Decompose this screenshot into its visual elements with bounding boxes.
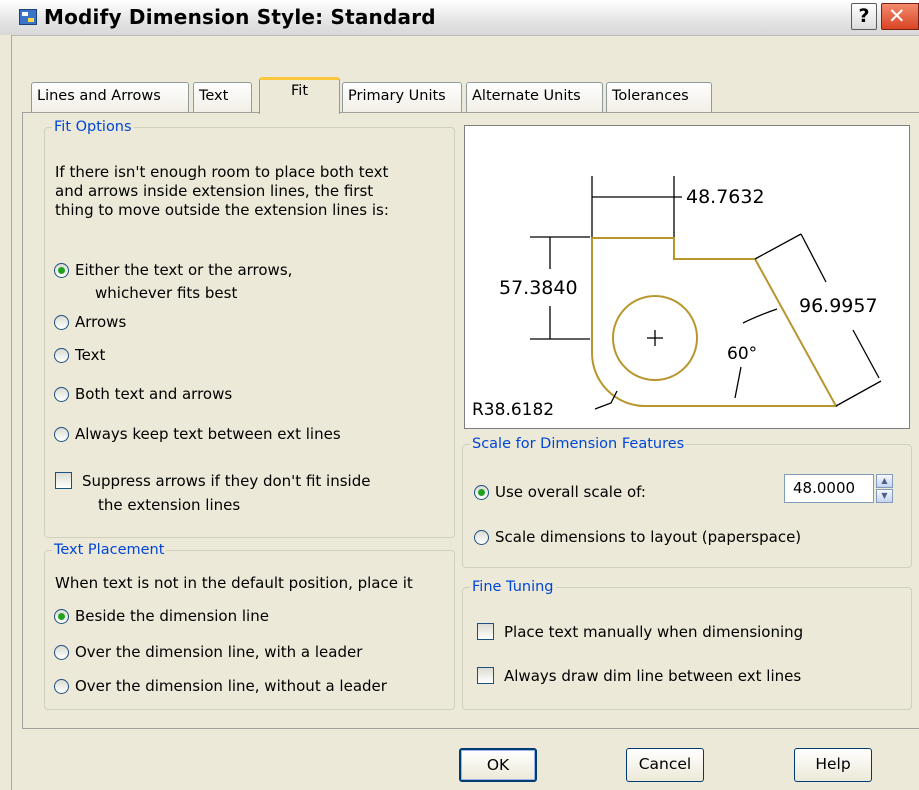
ok-button[interactable]: OK (459, 748, 537, 782)
tab-primary-units[interactable]: Primary Units (342, 82, 462, 112)
fit-description-line-3: thing to move outside the extension line… (55, 201, 389, 219)
radio-scale-to-layout[interactable] (474, 530, 489, 545)
dim-right-value: 96.9957 (799, 295, 878, 317)
scale-legend: Scale for Dimension Features (472, 436, 685, 452)
dim-top-value: 48.7632 (686, 186, 765, 208)
help-title-button[interactable]: ? (851, 3, 877, 30)
radio-arrows[interactable] (54, 315, 69, 330)
fit-description-line-1: If there isn't enough room to place both… (55, 163, 389, 181)
angle-arc-upper (742, 308, 778, 324)
dimension-preview: 48.7632 57.3840 96.9957 60° R38.6182 (464, 125, 910, 429)
tab-tolerances[interactable]: Tolerances (606, 82, 712, 112)
place-text-manually-checkbox[interactable] (477, 623, 494, 640)
over-without-leader-label[interactable]: Over the dimension line, without a leade… (75, 677, 387, 695)
fine-tuning-legend: Fine Tuning (472, 579, 554, 595)
window-frame (0, 35, 12, 790)
part-outline (591, 237, 838, 407)
angle-value: 60° (727, 344, 758, 364)
cancel-button[interactable]: Cancel (626, 748, 704, 782)
tab-lines-and-arrows[interactable]: Lines and Arrows (31, 82, 189, 112)
help-button[interactable]: Help (794, 748, 872, 782)
radio-both-text-and-arrows[interactable] (54, 387, 69, 402)
both-option-label[interactable]: Both text and arrows (75, 385, 232, 403)
radio-beside-dimension-line[interactable] (54, 609, 69, 624)
angle-arc-lower (734, 366, 742, 399)
text-placement-description: When text is not in the default position… (55, 574, 413, 592)
app-icon (19, 9, 37, 25)
either-option-label-2[interactable]: whichever fits best (95, 284, 237, 302)
ext-line-right-bottom (835, 380, 882, 407)
ext-line-right-top (754, 233, 802, 260)
radio-text[interactable] (54, 348, 69, 363)
suppress-arrows-label-2[interactable]: the extension lines (98, 496, 240, 514)
fine-tuning-group: Fine Tuning (462, 579, 912, 710)
tab-text[interactable]: Text (193, 82, 252, 112)
dim-line-right-lower (852, 329, 880, 379)
radio-either-text-or-arrows[interactable] (54, 263, 69, 278)
suppress-arrows-label[interactable]: Suppress arrows if they don't fit inside (82, 472, 370, 490)
tab-alternate-units[interactable]: Alternate Units (466, 82, 603, 112)
text-option-label[interactable]: Text (75, 346, 105, 364)
tab-fit[interactable]: Fit (259, 77, 340, 114)
window-title: Modify Dimension Style: Standard (44, 5, 436, 29)
always-keep-option-label[interactable]: Always keep text between ext lines (75, 425, 341, 443)
spin-up-icon[interactable]: ▲ (876, 474, 893, 488)
always-draw-dim-line-checkbox[interactable] (477, 667, 494, 684)
radio-over-with-leader[interactable] (54, 645, 69, 660)
fit-description-line-2: and arrows inside extension lines, the f… (55, 182, 374, 200)
radius-value: R38.6182 (472, 400, 555, 420)
fit-options-legend: Fit Options (54, 119, 132, 135)
radio-use-overall-scale[interactable] (474, 485, 489, 500)
place-text-manually-label[interactable]: Place text manually when dimensioning (504, 623, 803, 641)
title-bar[interactable]: Modify Dimension Style: Standard ? ✕ (0, 0, 919, 36)
either-option-label[interactable]: Either the text or the arrows, (75, 261, 292, 279)
radio-over-without-leader[interactable] (54, 679, 69, 694)
dim-left-value: 57.3840 (499, 277, 578, 299)
arrows-option-label[interactable]: Arrows (75, 313, 126, 331)
dim-line-right-upper (800, 233, 827, 283)
use-overall-scale-label[interactable]: Use overall scale of: (495, 483, 646, 501)
suppress-arrows-checkbox[interactable] (55, 472, 72, 489)
spin-down-icon[interactable]: ▼ (876, 489, 893, 503)
close-button[interactable]: ✕ (881, 3, 919, 30)
radius-leader (594, 390, 618, 410)
overall-scale-spinner[interactable]: ▲ ▼ (876, 474, 893, 503)
over-with-leader-label[interactable]: Over the dimension line, with a leader (75, 643, 362, 661)
overall-scale-input[interactable]: 48.0000 (784, 474, 874, 503)
beside-option-label[interactable]: Beside the dimension line (75, 607, 269, 625)
scale-to-layout-label[interactable]: Scale dimensions to layout (paperspace) (495, 528, 801, 546)
always-draw-dim-line-label[interactable]: Always draw dim line between ext lines (504, 667, 801, 685)
text-placement-legend: Text Placement (54, 542, 165, 558)
radio-always-keep-text[interactable] (54, 427, 69, 442)
